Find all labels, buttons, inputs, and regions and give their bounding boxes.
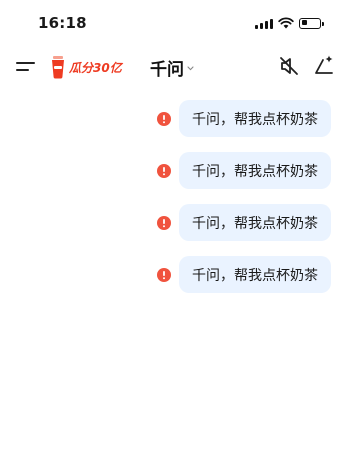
message-bubble[interactable]: 千问，帮我点杯奶茶 (179, 152, 331, 189)
page-title: 千问 (150, 59, 184, 80)
speaker-muted-icon[interactable] (278, 55, 300, 77)
app-header: 瓜分30亿 千问 (0, 44, 347, 90)
cellular-signal-icon (255, 18, 273, 29)
status-bar: 16:18 (0, 0, 347, 44)
chevron-down-icon (187, 65, 194, 70)
message-row: 千问，帮我点杯奶茶 (157, 256, 331, 293)
battery-icon (299, 17, 324, 29)
error-icon[interactable] (157, 215, 171, 230)
message-bubble[interactable]: 千问，帮我点杯奶茶 (179, 256, 331, 293)
error-icon[interactable] (157, 111, 171, 126)
model-selector[interactable]: 千问 (150, 56, 194, 80)
battery-level (301, 20, 308, 25)
message-row: 千问，帮我点杯奶茶 (157, 100, 331, 137)
promo-banner[interactable]: 瓜分30亿 (50, 53, 122, 81)
milk-tea-cup-icon (52, 56, 64, 79)
message-row: 千问，帮我点杯奶茶 (157, 204, 331, 241)
status-icons (255, 16, 324, 30)
message-list: 千问，帮我点杯奶茶 千问，帮我点杯奶茶 千问，帮我点杯奶茶 千问，帮我点杯奶茶 (0, 90, 347, 459)
status-time: 16:18 (38, 14, 87, 32)
message-bubble[interactable]: 千问，帮我点杯奶茶 (179, 100, 331, 137)
wifi-icon (278, 17, 294, 29)
new-chat-sparkle-icon[interactable] (313, 54, 335, 76)
menu-icon[interactable] (14, 55, 38, 79)
message-row: 千问，帮我点杯奶茶 (157, 152, 331, 189)
message-bubble[interactable]: 千问，帮我点杯奶茶 (179, 204, 331, 241)
error-icon[interactable] (157, 267, 171, 282)
error-icon[interactable] (157, 163, 171, 178)
promo-text: 瓜分30亿 (69, 60, 122, 75)
